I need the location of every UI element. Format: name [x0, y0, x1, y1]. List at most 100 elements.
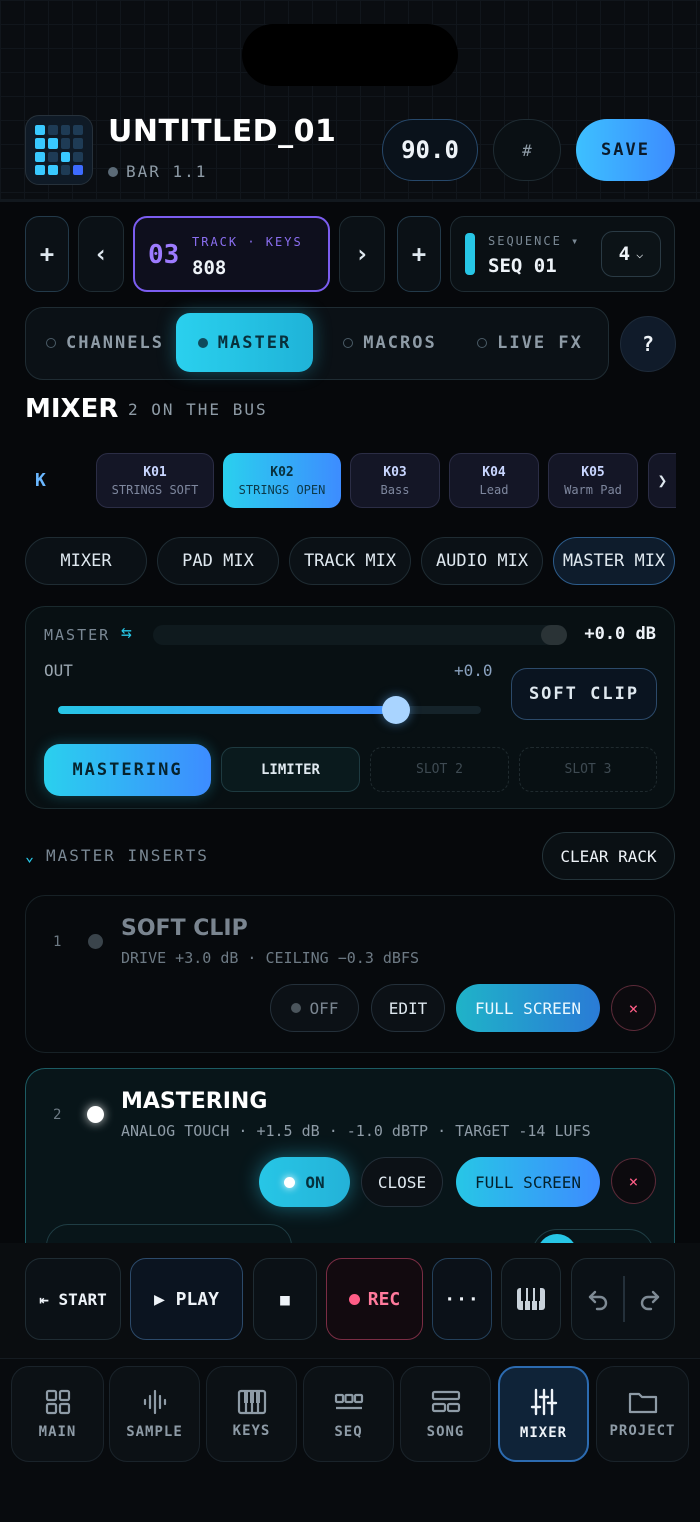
chevron-down-icon: ⌄: [25, 846, 35, 865]
soft-clip-button[interactable]: SOFT CLIP: [511, 668, 657, 720]
insert-name: SOFT CLIP: [121, 916, 248, 941]
chevron-down-icon: ⌵: [636, 247, 644, 261]
app-logo[interactable]: [25, 115, 93, 185]
insert-index: 1: [53, 934, 62, 950]
tab-macros[interactable]: MACROS: [325, 313, 455, 372]
insert-card-soft-clip: 1 SOFT CLIP DRIVE +3.0 dB · CEILING −0.3…: [25, 895, 675, 1053]
slot-limiter[interactable]: LIMITER: [221, 747, 360, 792]
kit-chip-k01[interactable]: K01 STRINGS SOFT: [96, 453, 214, 508]
insert-card-mastering: 2 MASTERING ANALOG TOUCH · +1.5 dB · -1.…: [25, 1068, 675, 1284]
slot-mastering[interactable]: MASTERING: [44, 744, 211, 796]
insert-name: MASTERING: [121, 1089, 268, 1114]
master-meter: [153, 625, 567, 645]
keyboard-button[interactable]: [501, 1258, 561, 1340]
insert-remove-button[interactable]: ×: [611, 1158, 656, 1204]
song-icon: [431, 1390, 460, 1413]
out-slider-thumb[interactable]: [382, 696, 410, 724]
insert-close-button[interactable]: CLOSE: [361, 1157, 443, 1207]
camera-notch: [242, 24, 458, 86]
insert-remove-button[interactable]: ×: [611, 985, 656, 1031]
undo-button[interactable]: [572, 1259, 623, 1339]
undo-icon: [588, 1290, 607, 1311]
bar-dot: [108, 166, 118, 177]
next-track-button[interactable]: ›: [339, 216, 385, 292]
insert-status-dot: [87, 1106, 104, 1123]
prev-track-button[interactable]: ‹: [78, 216, 124, 292]
insert-index: 2: [53, 1107, 62, 1123]
sequence-count-dropdown[interactable]: 4 ⌵: [601, 231, 661, 277]
out-slider[interactable]: [58, 696, 481, 724]
grid-icon: [45, 1389, 70, 1415]
slot-3[interactable]: SLOT 3: [519, 747, 657, 792]
section-subtitle: 2 ON THE BUS: [128, 400, 268, 419]
section-title: MIXER: [25, 394, 119, 424]
meter-cap: [541, 625, 567, 645]
sequencer-icon: [334, 1393, 363, 1410]
add-track-button-2[interactable]: +: [397, 216, 441, 292]
mix-tab-track-mix[interactable]: TRACK MIX: [289, 537, 411, 585]
project-title[interactable]: UNTITLED_01: [108, 114, 336, 149]
undo-redo-group: [571, 1258, 675, 1340]
insert-edit-button[interactable]: EDIT: [371, 984, 445, 1032]
clear-rack-button[interactable]: CLEAR RACK: [542, 832, 675, 880]
sequence-color-bar: [465, 233, 475, 275]
stop-button[interactable]: ■: [253, 1258, 317, 1340]
help-button[interactable]: ?: [620, 316, 676, 372]
tab-channels[interactable]: CHANNELS: [35, 313, 175, 372]
piano-icon: [517, 1288, 545, 1310]
kit-chip-k03[interactable]: K03 Bass: [350, 453, 440, 508]
out-value: +0.0: [454, 661, 493, 680]
redo-button[interactable]: [624, 1259, 675, 1339]
waveform-icon: [143, 1389, 166, 1415]
kit-prefix: K: [35, 470, 46, 491]
mix-tab-pad-mix[interactable]: PAD MIX: [157, 537, 279, 585]
save-button[interactable]: SAVE: [576, 119, 675, 181]
inserts-toggle[interactable]: ⌄ MASTER INSERTS: [25, 846, 209, 865]
bottom-nav: MAIN SAMPLE KEYS SEQ SONG MIXER PROJECT: [10, 1366, 690, 1462]
master-panel: MASTER ⇆ +0.0 dB OUT +0.0 SOFT CLIP MAST…: [25, 606, 675, 809]
kit-chip-k05[interactable]: K05 Warm Pad: [548, 453, 638, 508]
insert-fullscreen-button[interactable]: FULL SCREEN: [456, 1157, 600, 1207]
sliders-icon: [530, 1388, 557, 1416]
nav-seq[interactable]: SEQ: [303, 1366, 394, 1462]
kit-chip-k02[interactable]: K02 STRINGS OPEN: [223, 453, 341, 508]
nav-sample[interactable]: SAMPLE: [109, 1366, 200, 1462]
record-button[interactable]: REC: [326, 1258, 423, 1340]
mix-tab-master-mix[interactable]: MASTER MIX: [553, 537, 675, 585]
insert-status-dot: [88, 934, 103, 949]
more-button[interactable]: ···: [432, 1258, 492, 1340]
sequence-name: SEQ 01: [488, 255, 557, 277]
start-button[interactable]: ⇤ START: [25, 1258, 121, 1340]
track-selector[interactable]: 03 TRACK · KEYS 808: [133, 216, 330, 292]
link-icon[interactable]: ⇆: [121, 622, 132, 643]
insert-power-button[interactable]: OFF: [270, 984, 359, 1032]
slot-2[interactable]: SLOT 2: [370, 747, 509, 792]
piano-icon: [237, 1389, 266, 1415]
track-name: 808: [192, 257, 227, 279]
mix-tab-mixer[interactable]: MIXER: [25, 537, 147, 585]
kit-chip-k04[interactable]: K04 Lead: [449, 453, 539, 508]
kit-scroll-right-button[interactable]: ❯: [648, 453, 676, 508]
add-track-button[interactable]: +: [25, 216, 69, 292]
sequence-selector[interactable]: SEQUENCE ▾ SEQ 01 4 ⌵: [450, 216, 675, 292]
tab-master[interactable]: MASTER: [176, 313, 313, 372]
nav-project[interactable]: PROJECT: [596, 1366, 689, 1462]
insert-power-button[interactable]: ON: [259, 1157, 350, 1207]
insert-fullscreen-button[interactable]: FULL SCREEN: [456, 984, 600, 1032]
play-button[interactable]: ▶ PLAY: [130, 1258, 243, 1340]
master-label: MASTER: [44, 626, 111, 644]
kit-list: K01 STRINGS SOFT K02 STRINGS OPEN K03 Ba…: [96, 453, 676, 509]
out-label: OUT: [44, 661, 73, 680]
grid-button[interactable]: #: [493, 119, 561, 181]
tempo-button[interactable]: 90.0: [382, 119, 478, 181]
view-tabs: CHANNELS MASTER MACROS LIVE FX: [25, 307, 609, 380]
bar-position: BAR 1.1: [108, 162, 207, 181]
nav-keys[interactable]: KEYS: [206, 1366, 297, 1462]
nav-mixer[interactable]: MIXER: [498, 1366, 589, 1462]
insert-detail: ANALOG TOUCH · +1.5 dB · -1.0 dBTP · TAR…: [121, 1122, 591, 1140]
mix-tab-audio-mix[interactable]: AUDIO MIX: [421, 537, 543, 585]
nav-song[interactable]: SONG: [400, 1366, 491, 1462]
header-divider: [0, 199, 700, 202]
tab-live-fx[interactable]: LIVE FX: [465, 313, 595, 372]
nav-main[interactable]: MAIN: [11, 1366, 104, 1462]
